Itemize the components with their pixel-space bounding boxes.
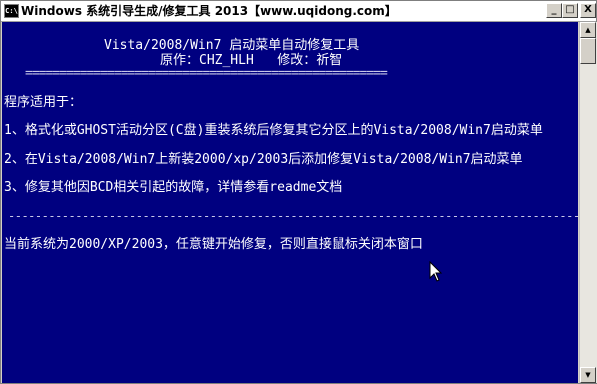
- header-title: Vista/2008/Win7 启动菜单自动修复工具: [104, 38, 360, 53]
- list-item-2: 2、在Vista/2008/Win7上新装2000/xp/2003后添加修复Vi…: [4, 152, 523, 167]
- vertical-scrollbar[interactable]: ▲ ▼: [579, 22, 597, 383]
- list-item-3: 3、修复其他因BCD相关引起的故障，详情参看readme文档: [4, 180, 343, 195]
- minimize-button[interactable]: _: [546, 3, 562, 18]
- console-app-icon[interactable]: C:\: [4, 4, 19, 18]
- separator-top: ========================================…: [25, 66, 388, 81]
- scroll-down-arrow-icon[interactable]: ▼: [580, 367, 596, 383]
- scroll-thumb[interactable]: [580, 38, 596, 64]
- separator-bottom: ----------------------------------------…: [8, 209, 578, 223]
- maximize-button[interactable]: □: [562, 3, 578, 18]
- console-window: C:\ Windows 系统引导生成/修复工具 2013【www.uqidong…: [0, 0, 597, 384]
- scroll-up-arrow-icon[interactable]: ▲: [580, 22, 596, 38]
- close-button[interactable]: X: [580, 3, 596, 18]
- title-bar[interactable]: C:\ Windows 系统引导生成/修复工具 2013【www.uqidong…: [1, 1, 596, 22]
- console-output[interactable]: Vista/2008/Win7 启动菜单自动修复工具 原作：CHZ_HLH 修改…: [2, 22, 578, 383]
- applies-label: 程序适用于：: [4, 95, 83, 110]
- mouse-pointer-icon: [429, 261, 443, 282]
- status-line: 当前系统为2000/XP/2003，任意键开始修复，否则直接鼠标关闭本窗口: [4, 237, 423, 252]
- window-title: Windows 系统引导生成/修复工具 2013【www.uqidong.com…: [21, 4, 397, 18]
- list-item-1: 1、格式化或GHOST活动分区(C盘)重装系统后修复其它分区上的Vista/20…: [4, 123, 543, 138]
